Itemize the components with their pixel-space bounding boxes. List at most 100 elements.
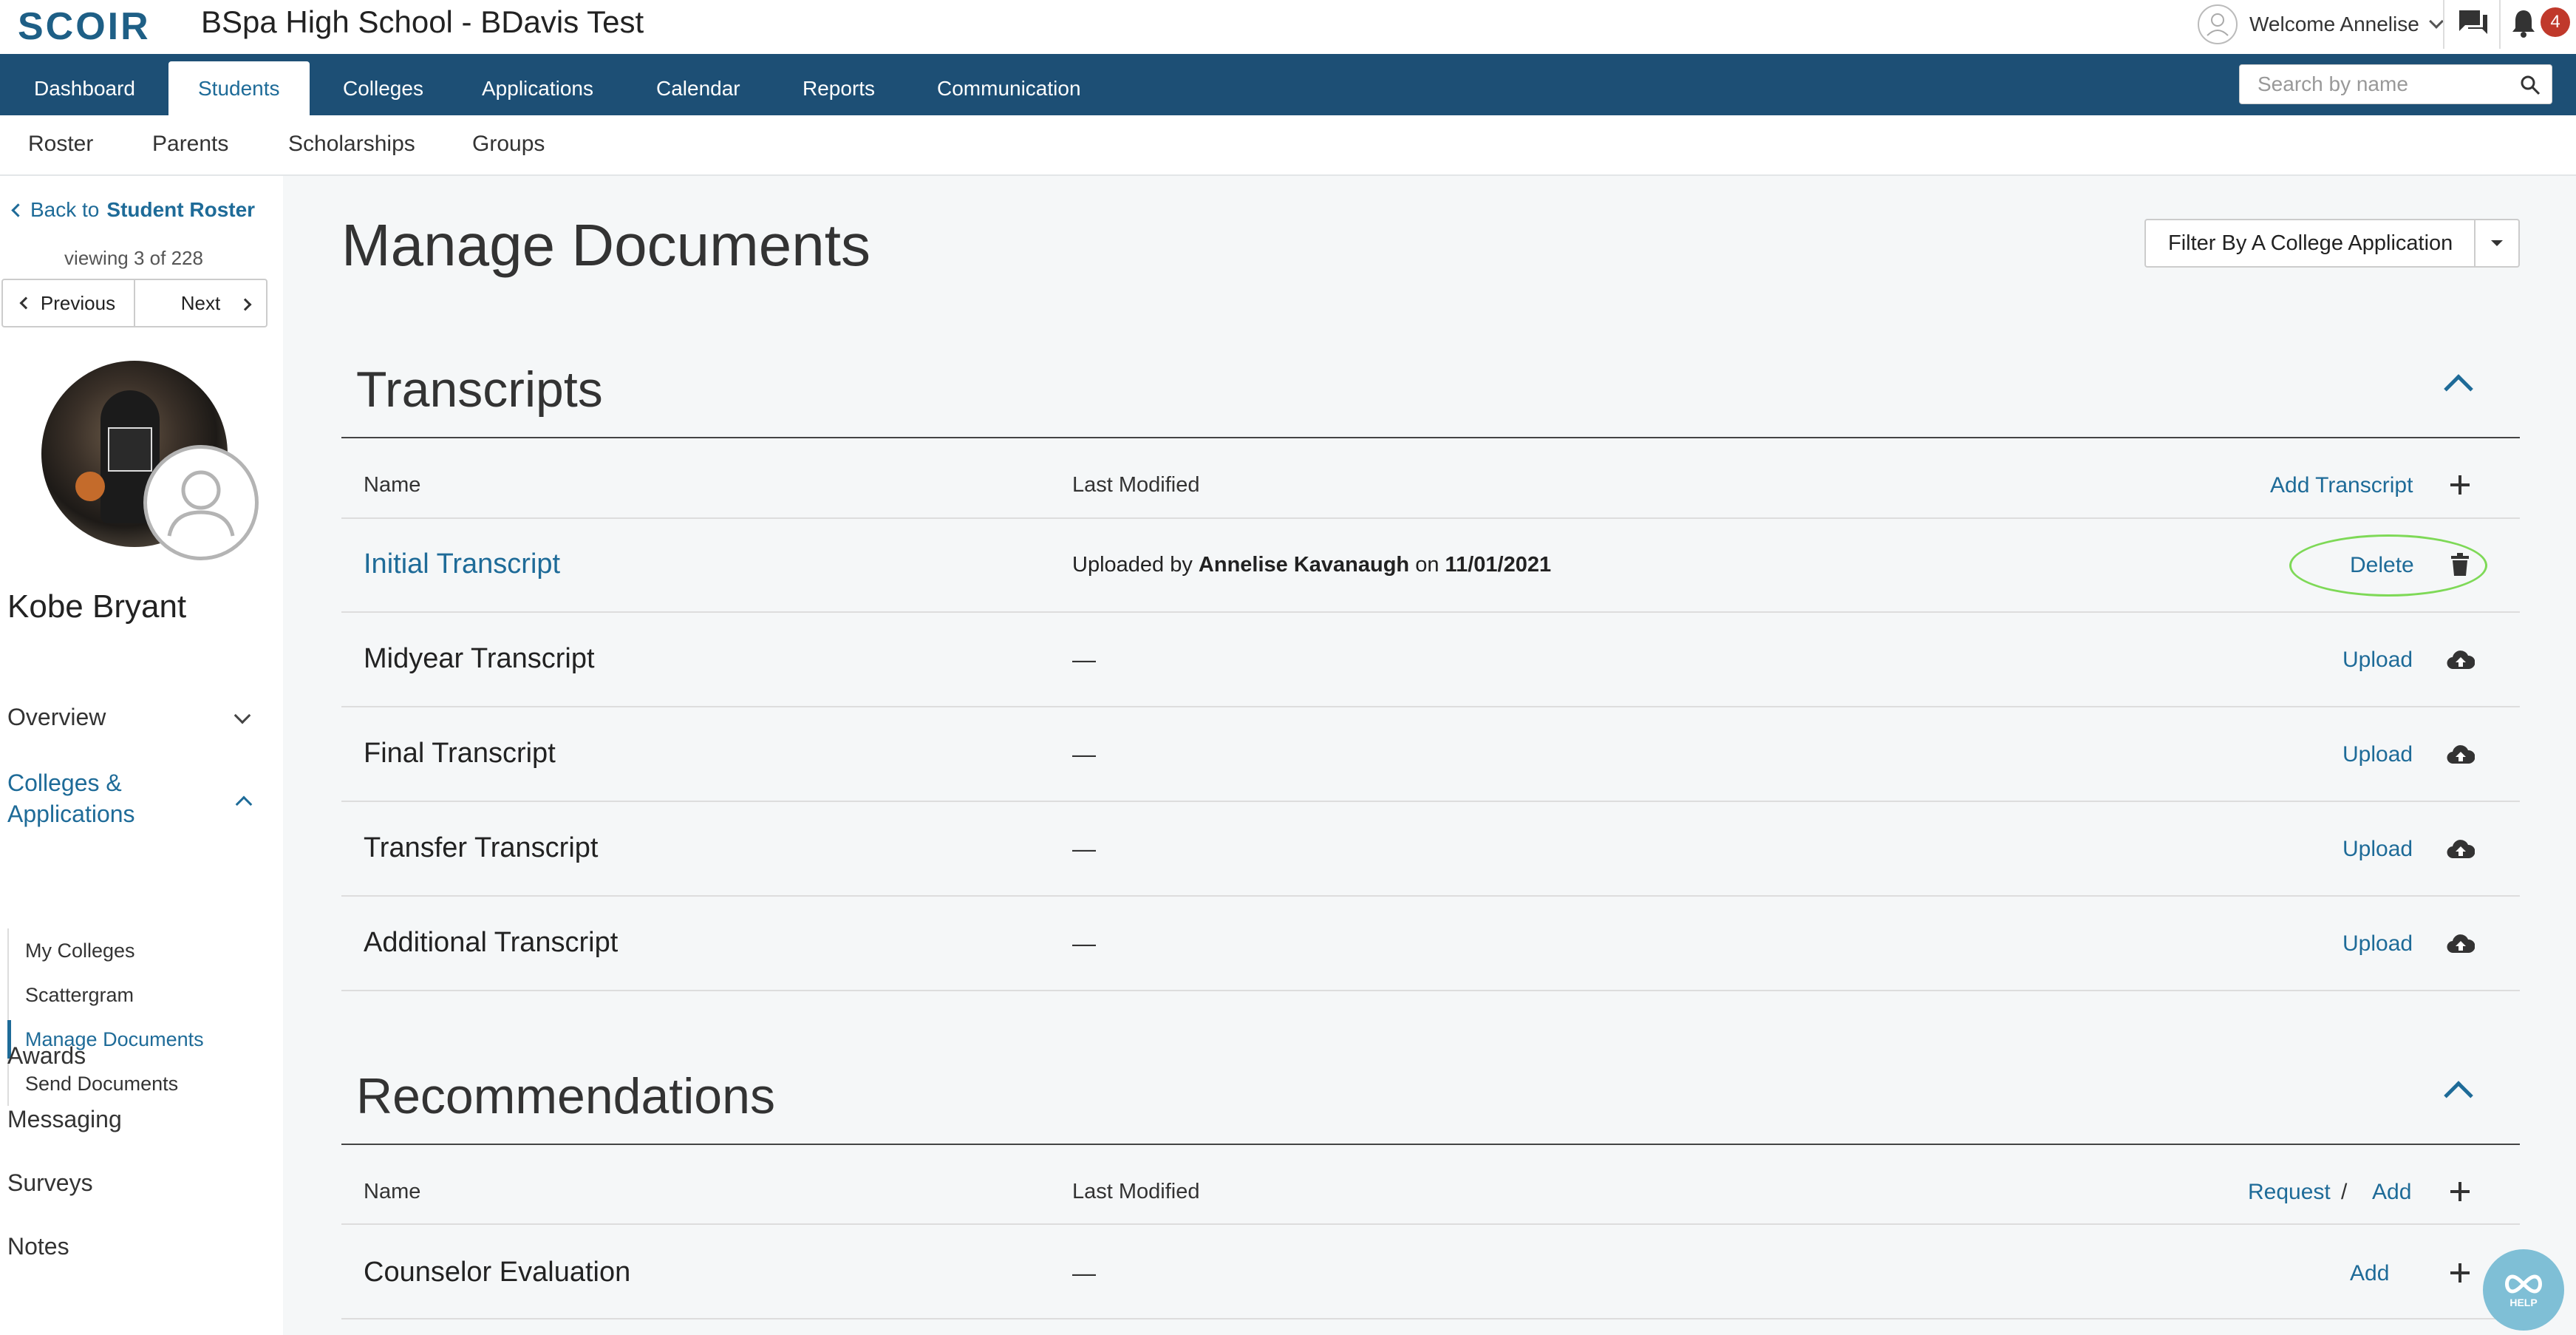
- sidebar-item-scattergram[interactable]: Scattergram: [9, 973, 282, 1017]
- add-transcript-link[interactable]: Add Transcript: [2270, 473, 2413, 498]
- collapse-chevron-icon[interactable]: [2444, 1081, 2473, 1110]
- messages-icon[interactable]: [2458, 9, 2489, 35]
- help-label: HELP: [2509, 1297, 2538, 1308]
- upload-button-final[interactable]: Upload: [2342, 742, 2413, 767]
- nav-tab-reports[interactable]: Reports: [773, 61, 904, 115]
- column-header-name: Name: [364, 473, 421, 497]
- row-divider: [341, 895, 2520, 897]
- last-modified-final: —: [1072, 741, 1096, 767]
- column-header-last-modified: Last Modified: [1072, 1180, 1200, 1203]
- section-title-recommendations: Recommendations: [356, 1068, 775, 1124]
- column-header-name: Name: [364, 1180, 421, 1203]
- collapse-chevron-icon[interactable]: [2444, 374, 2473, 404]
- transcript-name-final: Final Transcript: [364, 738, 556, 769]
- plus-icon[interactable]: [2450, 1182, 2470, 1201]
- school-name: BSpa High School - BDavis Test: [201, 4, 644, 39]
- player-jersey: [108, 427, 152, 472]
- sidebar-item-my-colleges[interactable]: My Colleges: [9, 928, 282, 973]
- filter-college-application-dropdown[interactable]: Filter By A College Application: [2144, 219, 2520, 268]
- dropdown-toggle[interactable]: [2474, 220, 2518, 266]
- nav-tab-communication[interactable]: Communication: [907, 61, 1111, 115]
- help-button[interactable]: HELP: [2483, 1249, 2564, 1331]
- highlight-annotation: [2289, 534, 2487, 597]
- subnav-parents[interactable]: Parents: [152, 132, 228, 157]
- subnav-roster[interactable]: Roster: [28, 132, 93, 157]
- next-button[interactable]: Next: [134, 280, 266, 326]
- main-nav: Dashboard Students Colleges Applications…: [0, 54, 2576, 115]
- top-bar: SCOIR BSpa High School - BDavis Test Wel…: [0, 0, 2576, 54]
- upload-button-midyear[interactable]: Upload: [2342, 648, 2413, 673]
- cloud-upload-icon[interactable]: [2447, 838, 2475, 860]
- uploaded-prefix: Uploaded by: [1072, 553, 1193, 577]
- request-recommendation-link[interactable]: Request: [2248, 1180, 2331, 1205]
- user-menu[interactable]: Welcome Annelise: [2198, 3, 2444, 46]
- chevron-up-icon[interactable]: [235, 795, 253, 813]
- recommendation-name-counselor: Counselor Evaluation: [364, 1257, 631, 1288]
- transcript-name-initial[interactable]: Initial Transcript: [364, 548, 560, 580]
- section-title-transcripts: Transcripts: [356, 361, 603, 418]
- transcript-name-additional: Additional Transcript: [364, 927, 619, 958]
- back-target: Student Roster: [106, 198, 256, 221]
- last-modified-counselor: —: [1072, 1260, 1096, 1286]
- previous-button[interactable]: Previous: [3, 280, 134, 326]
- sidebar-item-colleges-applications[interactable]: Colleges & Applications: [7, 767, 185, 829]
- search-icon[interactable]: [2519, 74, 2541, 96]
- user-avatar-icon: [2198, 4, 2238, 44]
- student-sidebar: Back to Student Roster viewing 3 of 228 …: [0, 176, 283, 1335]
- uploader-name: Annelise Kavanaugh: [1198, 553, 1410, 577]
- page-title: Manage Documents: [341, 212, 870, 278]
- sidebar-item-awards[interactable]: Awards: [7, 1042, 86, 1070]
- slash-separator: /: [2341, 1180, 2348, 1204]
- sub-nav: Roster Parents Scholarships Groups: [0, 115, 2576, 176]
- chevron-down-icon: [2428, 14, 2444, 29]
- upload-button-transfer[interactable]: Upload: [2342, 837, 2413, 862]
- section-divider: [341, 1144, 2520, 1145]
- chevron-right-icon: [239, 298, 252, 311]
- upload-button-additional[interactable]: Upload: [2342, 931, 2413, 957]
- search-input[interactable]: Search by name: [2239, 64, 2552, 104]
- row-divider: [341, 801, 2520, 802]
- divider: [2499, 0, 2501, 49]
- sidebar-item-surveys[interactable]: Surveys: [7, 1169, 93, 1197]
- chevron-down-icon[interactable]: [234, 707, 251, 724]
- subnav-scholarships[interactable]: Scholarships: [288, 132, 415, 157]
- add-counselor-evaluation-link[interactable]: Add: [2350, 1261, 2389, 1286]
- last-modified-midyear: —: [1072, 646, 1096, 673]
- nav-tab-applications[interactable]: Applications: [452, 61, 623, 115]
- nav-tab-students[interactable]: Students: [168, 61, 310, 115]
- nav-tab-colleges[interactable]: Colleges: [313, 61, 453, 115]
- scoir-logo[interactable]: SCOIR: [18, 4, 151, 49]
- student-avatar-icon[interactable]: [143, 445, 259, 560]
- student-pager: Previous Next: [1, 279, 268, 327]
- viewing-count: viewing 3 of 228: [64, 247, 203, 269]
- nav-tab-dashboard[interactable]: Dashboard: [4, 61, 165, 115]
- back-to-roster-link[interactable]: Back to Student Roster: [11, 198, 256, 222]
- section-divider: [341, 437, 2520, 438]
- filter-label: Filter By A College Application: [2168, 231, 2453, 255]
- add-recommendation-link[interactable]: Add: [2372, 1180, 2411, 1205]
- next-label: Next: [180, 291, 221, 314]
- last-modified-transfer: —: [1072, 835, 1096, 862]
- subnav-groups[interactable]: Groups: [472, 132, 545, 157]
- cloud-upload-icon[interactable]: [2447, 743, 2475, 765]
- bell-icon[interactable]: [2509, 7, 2538, 38]
- sidebar-item-notes[interactable]: Notes: [7, 1233, 69, 1260]
- last-modified-initial: Uploaded by Annelise Kavanaugh on 11/01/…: [1072, 553, 1551, 577]
- caret-down-icon: [2491, 240, 2503, 246]
- sidebar-item-messaging[interactable]: Messaging: [7, 1106, 122, 1133]
- previous-label: Previous: [40, 291, 116, 314]
- row-divider: [341, 611, 2520, 613]
- plus-icon[interactable]: [2450, 1263, 2470, 1283]
- cloud-upload-icon[interactable]: [2447, 648, 2475, 670]
- column-header-last-modified: Last Modified: [1072, 473, 1200, 497]
- divider: [2443, 0, 2444, 49]
- notification-badge[interactable]: 4: [2541, 7, 2570, 37]
- back-prefix: Back to: [30, 198, 100, 221]
- plus-icon[interactable]: [2450, 475, 2470, 495]
- transcript-name-midyear: Midyear Transcript: [364, 643, 595, 674]
- cloud-upload-icon[interactable]: [2447, 932, 2475, 954]
- sidebar-item-overview[interactable]: Overview: [7, 704, 106, 731]
- chevron-left-icon: [19, 296, 33, 310]
- nav-tab-calendar[interactable]: Calendar: [627, 61, 770, 115]
- row-divider: [341, 1318, 2520, 1319]
